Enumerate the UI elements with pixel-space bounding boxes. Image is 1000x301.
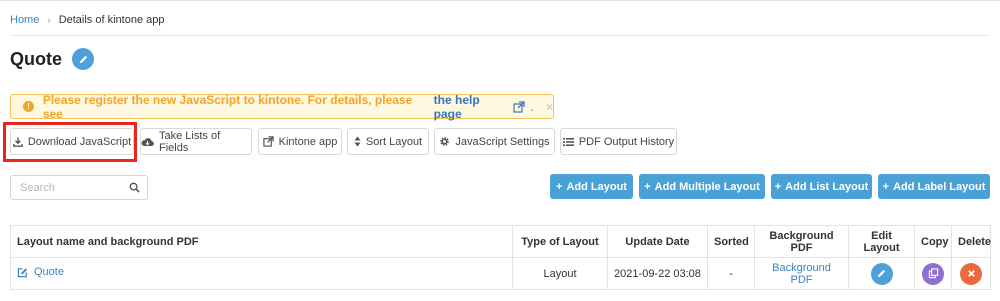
take-lists-label: Take Lists of Fields (159, 129, 221, 154)
add-label-layout-label: Add Label Layout (893, 180, 986, 193)
copy-icon (928, 268, 938, 279)
edit-layout-button[interactable] (870, 262, 893, 285)
list-icon (562, 137, 574, 147)
help-page-link[interactable]: the help page (434, 93, 510, 121)
search-icon[interactable] (129, 182, 140, 193)
edit-app-button[interactable] (72, 48, 94, 70)
pdf-output-history-button[interactable]: PDF Output History (560, 128, 677, 155)
table-header-row: Layout name and background PDF Type of L… (10, 225, 991, 258)
sort-layout-button[interactable]: Sort Layout (347, 128, 429, 155)
take-lists-of-fields-button[interactable]: Take Lists of Fields (140, 128, 252, 155)
javascript-settings-label: JavaScript Settings (455, 135, 550, 148)
breadcrumb-separator: › (47, 14, 51, 26)
breadcrumb-home-link[interactable]: Home (10, 14, 39, 26)
search-input[interactable] (20, 181, 120, 194)
cloud-download-icon (141, 137, 154, 147)
column-header: Update Date (607, 225, 708, 258)
close-icon (967, 270, 975, 277)
layout-name-link[interactable]: Quote (17, 266, 64, 278)
breadcrumb: Home › Details of kintone app (10, 12, 164, 28)
sort-layout-label: Sort Layout (365, 135, 423, 148)
add-layout-label: Add Layout (566, 180, 627, 193)
add-layout-button[interactable]: + Add Layout (550, 174, 633, 199)
pdf-output-history-label: PDF Output History (578, 135, 675, 148)
title-row: Quote (10, 48, 94, 70)
copy-cell (914, 257, 952, 290)
add-label-layout-button[interactable]: + Add Label Layout (878, 174, 990, 199)
gear-icon (439, 136, 450, 147)
add-list-layout-label: Add List Layout (785, 180, 869, 193)
pencil-icon (877, 269, 886, 278)
plus-icon: + (882, 180, 890, 193)
page-title: Quote (10, 48, 62, 69)
highlight-box (3, 122, 137, 162)
add-multiple-layout-label: Add Multiple Layout (654, 180, 760, 193)
plus-icon: + (644, 180, 651, 193)
layouts-table: Layout name and background PDF Type of L… (10, 225, 991, 290)
edit-layout-cell (848, 257, 915, 290)
delete-button[interactable] (960, 262, 982, 285)
divider (10, 35, 990, 36)
external-link-icon[interactable] (513, 100, 525, 113)
background-pdf-link[interactable]: Background PDF (772, 262, 831, 286)
column-header: Delete (951, 225, 991, 258)
alert-period: . (530, 99, 534, 114)
search-box (10, 175, 148, 200)
layout-name-cell: Quote (10, 257, 513, 290)
delete-cell (951, 257, 991, 290)
column-header: Copy (914, 225, 952, 258)
column-header: Layout name and background PDF (10, 225, 513, 258)
date-cell: 2021-09-22 03:08 (607, 257, 708, 290)
top-border (0, 0, 1000, 1)
layout-name: Quote (34, 266, 64, 279)
table-row: Quote Layout 2021-09-22 03:08 - Backgrou… (10, 257, 991, 290)
breadcrumb-current: Details of kintone app (58, 14, 165, 26)
javascript-settings-button[interactable]: JavaScript Settings (434, 128, 555, 155)
column-header: Background PDF (754, 225, 849, 258)
sorted-cell: - (707, 257, 755, 290)
pencil-icon (79, 55, 87, 63)
sort-icon (354, 136, 361, 147)
column-header: Sorted (707, 225, 755, 258)
warning-alert: ! Please register the new JavaScript to … (10, 92, 554, 121)
plus-icon: + (774, 180, 782, 193)
type-cell: Layout (512, 257, 608, 290)
kintone-app-button[interactable]: Kintone app (258, 128, 342, 155)
column-header: Type of Layout (512, 225, 608, 258)
alert-message: Please register the new JavaScript to ki… (42, 92, 413, 121)
add-multiple-layout-button[interactable]: + Add Multiple Layout (639, 174, 765, 199)
add-list-layout-button[interactable]: + Add List Layout (771, 174, 872, 199)
column-header: Edit Layout (848, 225, 915, 258)
external-link-icon (262, 136, 274, 147)
edit-icon (17, 267, 28, 278)
copy-button[interactable] (922, 262, 944, 285)
kintone-app-label: Kintone app (278, 135, 338, 148)
background-pdf-cell: Background PDF (754, 257, 849, 290)
warning-icon: ! (23, 101, 34, 112)
plus-icon: + (556, 180, 563, 193)
close-icon[interactable]: × (546, 100, 553, 114)
